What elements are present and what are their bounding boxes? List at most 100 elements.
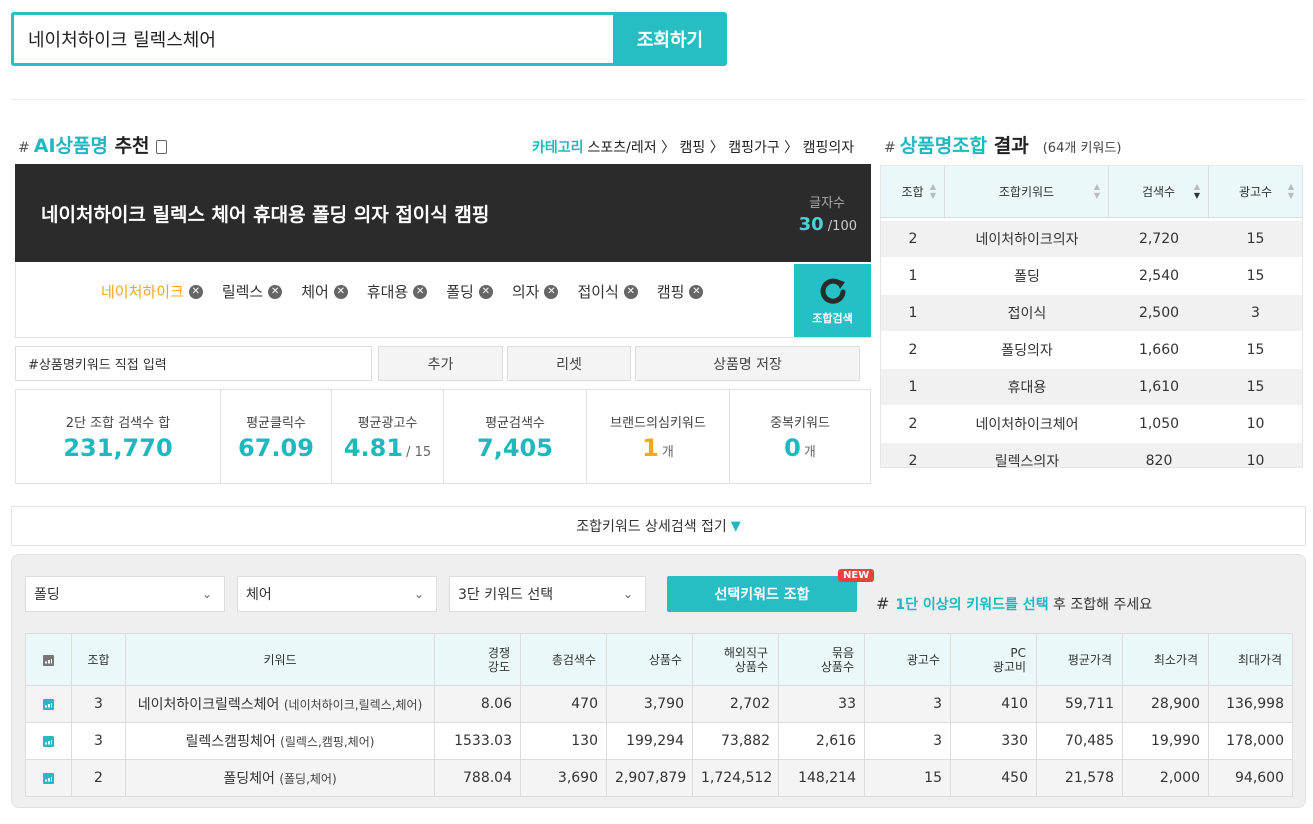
table-row[interactable]: 1 폴딩 2,540 15 (881, 258, 1302, 295)
table-row[interactable]: 2 네이처하이크의자 2,720 15 (881, 221, 1302, 258)
table-cell: 15 (1246, 268, 1265, 284)
bar-chart-icon[interactable] (43, 772, 54, 784)
table-row[interactable]: 3 네이처하이크릴렉스체어 (네이처하이크,릴렉스,체어) 8.06 470 3,790… (25, 685, 1293, 723)
combo-cell: 3 (71, 685, 126, 723)
col-header-combo[interactable]: 조합 ▲ ▼ (881, 166, 945, 217)
stat-avg-clicks: 평균클릭수 67.09 (221, 390, 332, 483)
hash-mark: # (884, 140, 896, 156)
table-cell: 2,616 (778, 722, 865, 760)
detail-table-header: 조합 키워드 경쟁 강도 총검색수 상품수 해외직구 상품수 묶음 상품수 광고수 PC 광고비 평균가격… (25, 633, 1293, 686)
col-header[interactable]: 상품수 (606, 633, 693, 686)
col-header-search[interactable]: 검색수 ▲ ▼ (1109, 166, 1209, 217)
col-header[interactable]: PC 광고비 (950, 633, 1037, 686)
add-button[interactable]: 추가 (378, 346, 503, 381)
keyword-select-1[interactable]: 폴딩 ⌄ (25, 576, 225, 612)
keyword-cell: 네이처하이크릴렉스체어 (네이처하이크,릴렉스,체어) (125, 685, 435, 723)
combo-keyword-count: (64개 키워드) (1042, 141, 1122, 156)
table-cell: 130 (520, 722, 607, 760)
table-row[interactable]: 1 휴대용 1,610 15 (881, 369, 1302, 406)
header-label: 조합키워드 (998, 185, 1055, 199)
chart-cell[interactable] (25, 722, 72, 760)
close-icon[interactable]: ✕ (333, 284, 348, 299)
chevron-down-icon: ⌄ (622, 587, 633, 601)
table-cell: 1533.03 (434, 722, 521, 760)
combine-keywords-button[interactable]: 선택키워드 조합 (667, 576, 857, 612)
col-header[interactable]: 평균가격 (1036, 633, 1123, 686)
char-count-value: 30 (798, 214, 824, 235)
close-icon[interactable]: ✕ (544, 284, 559, 299)
bar-chart-icon[interactable] (43, 698, 54, 710)
stat-label: 평균클릭수 (246, 415, 306, 431)
keyword-chip: 릴렉스 ✕ (222, 281, 283, 302)
refresh-icon (820, 278, 845, 304)
stat-value: 7,405 (477, 434, 553, 462)
table-cell: 136,998 (1208, 685, 1293, 723)
keyword-parts: (네이처하이크,릴렉스,체어) (283, 698, 423, 712)
stat-value: 67.09 (238, 434, 314, 462)
close-icon[interactable]: ✕ (413, 284, 428, 299)
col-header[interactable]: 최소가격 (1122, 633, 1209, 686)
search-input[interactable] (14, 15, 614, 63)
direct-keyword-input[interactable]: #상품명키워드 직접 입력 (15, 346, 372, 381)
detail-search-toggle[interactable]: 조합키워드 상세검색 접기 ▼ (11, 506, 1306, 546)
table-cell: 820 (1145, 453, 1173, 468)
table-row[interactable]: 2 네이처하이크체어 1,050 10 (881, 406, 1302, 443)
table-cell: 178,000 (1208, 722, 1293, 760)
keyword-select-3[interactable]: 3단 키워드 선택 ⌄ (449, 576, 646, 612)
keyword-parts: (릴렉스,캠핑,체어) (280, 735, 375, 749)
col-header-keyword[interactable]: 조합키워드 ▲ ▼ (945, 166, 1109, 217)
hash-mark: # (18, 140, 30, 156)
chart-cell[interactable] (25, 685, 72, 723)
table-cell: 70,485 (1036, 722, 1123, 760)
col-header[interactable]: 해외직구 상품수 (692, 633, 779, 686)
keyword-chip-label: 의자 (511, 283, 540, 301)
char-count: 30 /100 (799, 214, 857, 235)
col-header[interactable]: 조합 (71, 633, 126, 686)
col-header[interactable]: 묶음 상품수 (778, 633, 865, 686)
keyword-chip: 휴대용 ✕ (367, 281, 428, 302)
table-row[interactable]: 1 접이식 2,500 3 (881, 295, 1302, 332)
search-box[interactable] (11, 12, 614, 66)
close-icon[interactable]: ✕ (268, 284, 283, 299)
col-header[interactable]: 최대가격 (1208, 633, 1293, 686)
stat-label: 2단 조합 검색수 합 (65, 415, 171, 431)
table-row[interactable]: 2 릴렉스의자 820 10 (881, 443, 1302, 468)
table-row[interactable]: 2 폴딩체어 (폴딩,체어) 788.04 3,690 2,907,879 1,724,5… (25, 759, 1293, 797)
clipboard-icon[interactable] (155, 140, 167, 154)
table-cell: 73,882 (692, 722, 779, 760)
col-header[interactable]: 광고수 (864, 633, 951, 686)
reset-button[interactable]: 리셋 (507, 346, 631, 381)
triangle-down-icon: ▼ (730, 518, 741, 534)
col-header-ads[interactable]: 광고수 ▲ ▼ (1209, 166, 1302, 217)
save-product-name-button[interactable]: 상품명 저장 (635, 346, 860, 381)
close-icon[interactable]: ✕ (623, 284, 638, 299)
keyword-select-2[interactable]: 체어 ⌄ (237, 576, 437, 612)
table-cell: 1 (908, 305, 918, 321)
keyword-chip: 네이처하이크 ✕ (101, 281, 203, 302)
combo-table[interactable]: 조합 ▲ ▼ 조합키워드 ▲ ▼ 검색수 ▲ ▼ 광고수 ▲ ▼ 2 네이처하이크의자 2,720 1… (880, 165, 1303, 468)
combine-search-button[interactable]: 조합검색 (794, 264, 871, 337)
stat-number: 1 (642, 433, 659, 462)
table-row[interactable]: 2 폴딩의자 1,660 15 (881, 332, 1302, 369)
col-header[interactable]: 키워드 (125, 633, 435, 686)
search-button[interactable]: 조회하기 (613, 12, 727, 66)
close-icon[interactable]: ✕ (689, 284, 704, 299)
table-row[interactable]: 3 릴렉스캠핑체어 (릴렉스,캠핑,체어) 1533.03 130 199,294 73,… (25, 722, 1293, 760)
stat-number: 231,770 (63, 433, 173, 462)
table-cell: 1 (908, 379, 918, 395)
close-icon[interactable]: ✕ (478, 284, 493, 299)
col-header[interactable]: 경쟁 강도 (434, 633, 521, 686)
combo-table-body: 2 네이처하이크의자 2,720 15 1 폴딩 2,540 15 1 접이식 2,500 3 2 폴딩의… (881, 221, 1302, 468)
stat-number: 0 (784, 433, 801, 462)
combo-title-highlight: 상품명조합 (899, 135, 988, 157)
bar-chart-icon[interactable] (43, 735, 54, 747)
chevron-down-icon: ⌄ (201, 587, 212, 601)
keyword-cell: 폴딩체어 (폴딩,체어) (125, 759, 435, 797)
table-cell: 10 (1246, 453, 1265, 468)
col-header[interactable]: 총검색수 (520, 633, 607, 686)
chart-cell[interactable] (25, 759, 72, 797)
table-cell: 28,900 (1122, 685, 1209, 723)
table-cell: 3,690 (520, 759, 607, 797)
stat-sub: 개 (803, 444, 816, 460)
close-icon[interactable]: ✕ (188, 284, 203, 299)
